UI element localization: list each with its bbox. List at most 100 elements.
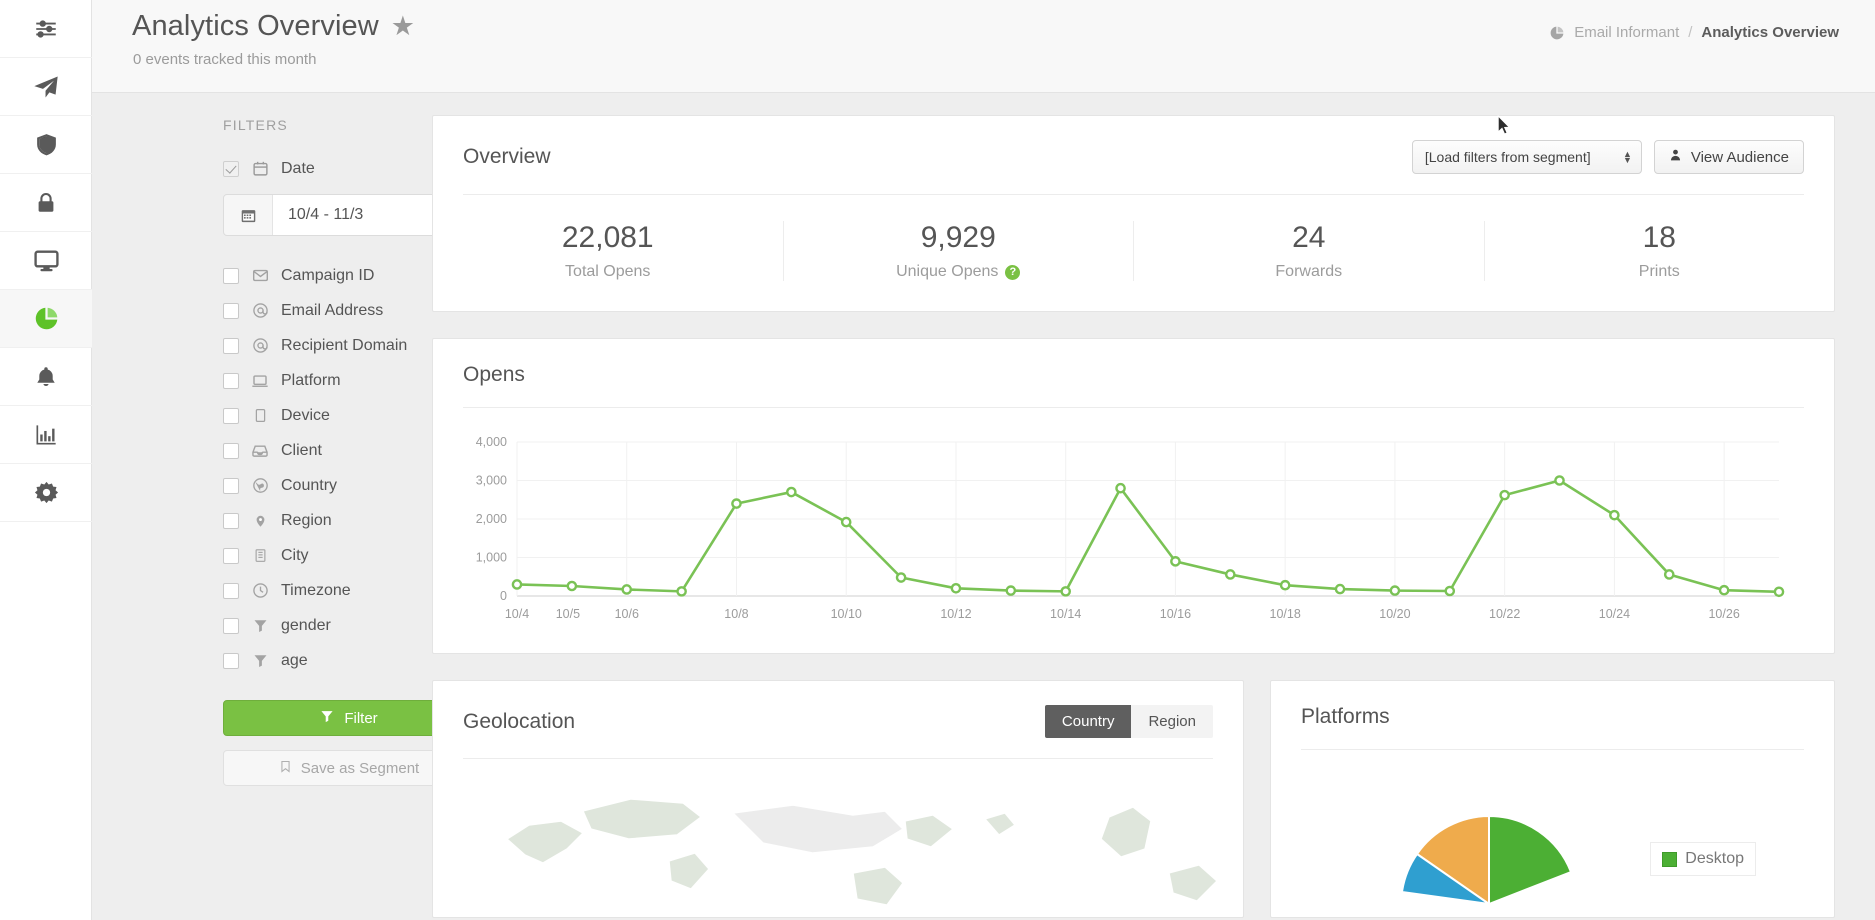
monitor-icon [33,247,60,274]
world-map-svg [433,777,1243,917]
filter-label: Campaign ID [281,267,374,285]
svg-text:0: 0 [500,589,507,603]
svg-text:10/20: 10/20 [1379,607,1410,621]
help-icon[interactable]: ? [1005,265,1020,280]
platforms-pie-chart[interactable] [1271,764,1791,904]
overview-card: Overview [Load filters from segment] ▲▼ … [432,115,1835,312]
filter-checkbox-device[interactable] [223,408,239,424]
bookmark-icon [279,759,292,778]
opens-chart-container: 01,0002,0003,0004,00010/410/610/810/1010… [433,408,1834,653]
overview-title: Overview [463,145,551,169]
svg-text:1,000: 1,000 [476,551,507,565]
filter-row-device[interactable]: Device [92,398,432,433]
filter-label: Email Address [281,302,383,320]
tab-country[interactable]: Country [1045,705,1132,738]
favorite-star-icon[interactable]: ★ [391,13,415,40]
tablet-icon [250,407,270,425]
filter-checkbox-email-address[interactable] [223,303,239,319]
opens-title: Opens [463,363,525,387]
svg-text:3,000: 3,000 [476,474,507,488]
filter-row-gender[interactable]: gender [92,608,432,643]
filter-label-date: Date [281,160,315,178]
kpi-prints: 18 Prints [1485,221,1835,281]
filter-label: City [281,547,309,565]
svg-text:4,000: 4,000 [476,435,507,449]
funnel-icon [320,709,334,727]
filter-checkbox-timezone[interactable] [223,583,239,599]
sidebar-item-analytics[interactable] [0,290,92,348]
breadcrumb-root[interactable]: Email Informant [1574,24,1679,41]
sidebar-item-settings[interactable] [0,464,92,522]
filter-checkbox-date[interactable] [223,161,239,177]
filter-label: Platform [281,372,341,390]
lock-icon [34,191,58,215]
filter-row-date[interactable]: Date [92,151,432,186]
analytics-dashboard: Analytics Overview ★ 0 events tracked th… [0,0,1875,920]
at-icon [250,337,270,355]
sidebar-item-security[interactable] [0,116,92,174]
chevron-updown-icon: ▲▼ [1623,152,1632,163]
filter-label: Recipient Domain [281,337,407,355]
icon-rail [0,0,92,920]
segment-select-value: [Load filters from segment] [1425,149,1591,165]
envelope-icon [250,267,270,285]
sidebar-item-campaigns[interactable] [0,58,92,116]
world-map[interactable] [433,777,1243,917]
svg-text:10/4: 10/4 [505,607,529,621]
filter-row-client[interactable]: Client [92,433,432,468]
date-range-input[interactable]: 10/4 - 11/3 [223,194,463,236]
filter-checkbox-age[interactable] [223,653,239,669]
sidebar-item-privacy[interactable] [0,174,92,232]
legend-swatch-desktop [1662,852,1677,867]
map-pin-icon [250,512,270,530]
funnel-icon [250,617,270,635]
platforms-divider [1301,749,1804,750]
filter-checkbox-city[interactable] [223,548,239,564]
filter-row-recipient-domain[interactable]: Recipient Domain [92,328,432,363]
filter-row-email-address[interactable]: Email Address [92,293,432,328]
geolocation-divider [463,758,1213,759]
filter-checkbox-gender[interactable] [223,618,239,634]
sidebar-item-reports[interactable] [0,406,92,464]
filter-row-country[interactable]: Country [92,468,432,503]
content-area: Analytics Overview ★ 0 events tracked th… [92,0,1875,920]
geolocation-card: Geolocation Country Region [432,680,1244,918]
filter-checkbox-region[interactable] [223,513,239,529]
sidebar-item-displays[interactable] [0,232,92,290]
kpi-value: 18 [1485,221,1835,254]
filter-checkbox-client[interactable] [223,443,239,459]
page-header: Analytics Overview ★ 0 events tracked th… [92,0,1875,93]
overview-tools: [Load filters from segment] ▲▼ View Audi… [1412,140,1804,174]
filter-checkbox-platform[interactable] [223,373,239,389]
kpi-label-wrap: Total Opens [433,263,783,281]
svg-text:10/16: 10/16 [1160,607,1191,621]
sidebar-item-notifications[interactable] [0,348,92,406]
filter-button-label: Filter [344,710,377,727]
filter-row-campaign-id[interactable]: Campaign ID [92,258,432,293]
platforms-card-head: Platforms [1271,681,1834,729]
breadcrumb-current: Analytics Overview [1701,24,1839,41]
filter-checkbox-campaign-id[interactable] [223,268,239,284]
filter-label: Client [281,442,322,460]
filters-panel: FILTERS Date [92,93,432,920]
breadcrumb-pie-icon [1549,25,1565,41]
filter-row-timezone[interactable]: Timezone [92,573,432,608]
filter-row-age[interactable]: age [92,643,432,678]
svg-text:10/22: 10/22 [1489,607,1520,621]
funnel-icon [250,652,270,670]
filter-row-region[interactable]: Region [92,503,432,538]
filter-checkbox-country[interactable] [223,478,239,494]
tab-region[interactable]: Region [1131,705,1213,738]
kpi-label-wrap: Unique Opens ? [784,263,1134,281]
filter-row-city[interactable]: City [92,538,432,573]
opens-line-chart[interactable]: 01,0002,0003,0004,00010/410/610/810/1010… [455,432,1797,632]
filter-row-platform[interactable]: Platform [92,363,432,398]
svg-text:10/10: 10/10 [831,607,862,621]
globe-icon [250,477,270,495]
segment-select[interactable]: [Load filters from segment] ▲▼ [1412,140,1642,174]
kpi-label: Unique Opens [896,263,998,281]
page-body: FILTERS Date [92,93,1875,920]
filter-checkbox-recipient-domain[interactable] [223,338,239,354]
sidebar-item-preferences[interactable] [0,0,92,58]
view-audience-button[interactable]: View Audience [1654,140,1804,174]
